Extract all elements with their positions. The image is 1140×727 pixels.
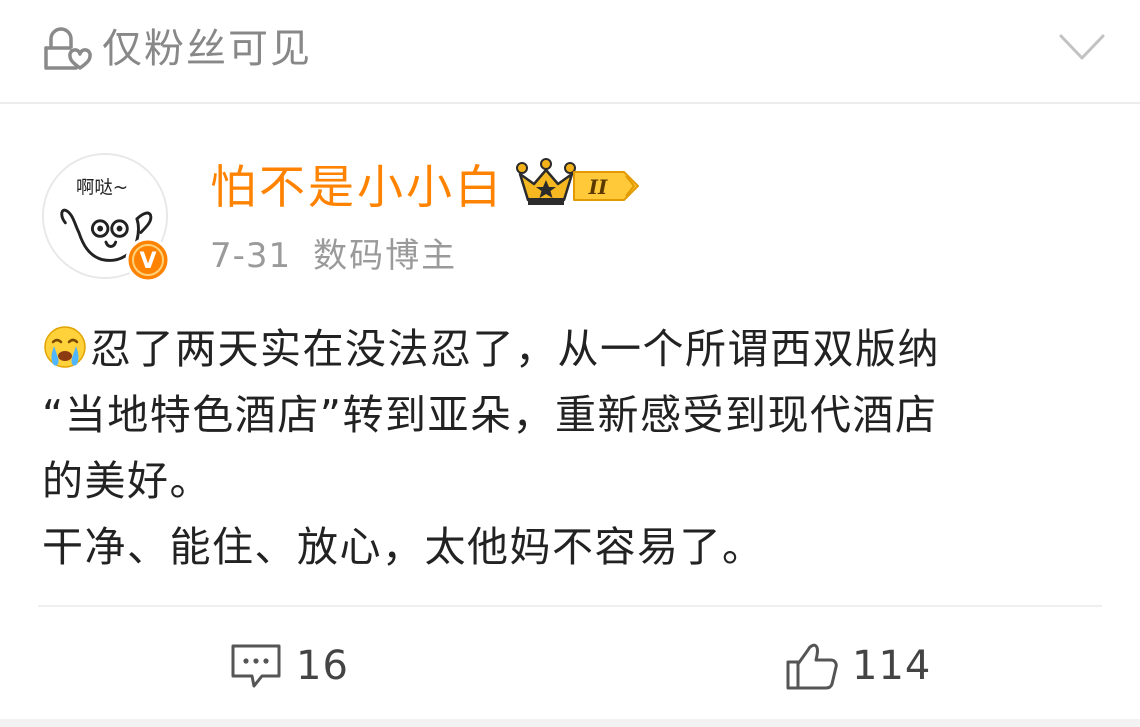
comment-button[interactable]: 16 (228, 636, 349, 696)
post-text: 忍了两天实在没法忍了，从一个所谓西双版纳 “当地特色酒店”转到亚朵，重新感受到现… (42, 316, 1112, 580)
verified-badge-icon: V (125, 237, 171, 283)
comment-icon (231, 644, 281, 688)
post-meta: 7-31 数码博主 (210, 234, 457, 278)
bottom-separator (0, 719, 1140, 727)
post-line: 忍了两天实在没法忍了，从一个所谓西双版纳 (42, 316, 1112, 382)
divider (38, 605, 1102, 607)
post-line: “当地特色酒店”转到亚朵，重新感受到现代酒店 (42, 391, 938, 439)
author-tag: 数码博主 (313, 236, 458, 276)
like-button[interactable]: 114 (784, 636, 931, 696)
post-date: 7-31 (210, 236, 292, 276)
crying-face-emoji-icon (44, 326, 86, 368)
post-header: 仅粉丝可见 (0, 0, 1140, 104)
level-badge[interactable]: II (572, 166, 642, 206)
post-line: 干净、能住、放心，太他妈不容易了。 (42, 523, 765, 571)
author-name[interactable]: 怕不是小小白 (210, 158, 504, 216)
svg-text:V: V (139, 249, 156, 274)
visibility-label: 仅粉丝可见 (102, 26, 312, 72)
cloud-lock-icon (44, 27, 92, 70)
post-line-text: 忍了两天实在没法忍了，从一个所谓西双版纳 (90, 325, 940, 373)
avatar-caption: 啊哒~ (76, 178, 128, 199)
weibo-post-card: 仅粉丝可见 啊哒~ V 怕不是小小白 II 7-31 数码博主 忍了两天实在没法… (0, 0, 1140, 727)
crown-icon (516, 158, 576, 205)
like-count: 114 (852, 643, 932, 689)
chevron-down-icon[interactable] (1058, 30, 1106, 64)
post-line: 的美好。 (42, 457, 212, 505)
comment-count: 16 (296, 643, 349, 689)
thumbs-up-icon (786, 643, 838, 690)
svg-text:II: II (588, 175, 608, 199)
